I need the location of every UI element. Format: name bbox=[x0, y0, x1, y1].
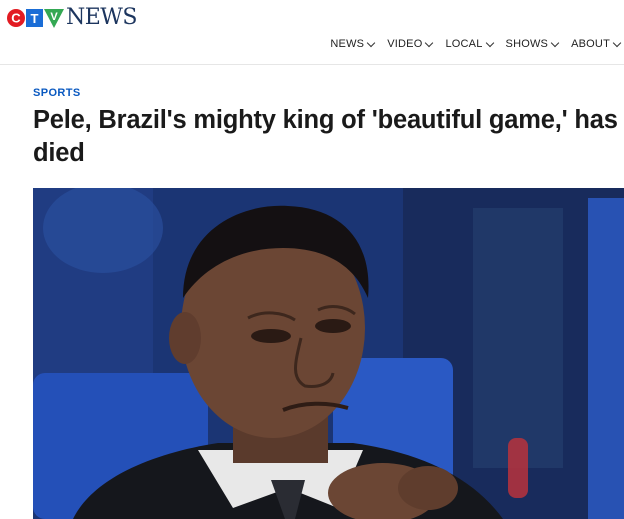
section-link-sports[interactable]: SPORTS bbox=[33, 87, 81, 99]
nav-item-label: ABOUT bbox=[571, 38, 610, 50]
logo-letter-v: V bbox=[50, 11, 58, 23]
main-nav: NEWS VIDEO LOCAL SHOWS ABOUT bbox=[330, 38, 622, 50]
nav-item-local[interactable]: LOCAL bbox=[445, 38, 494, 50]
nav-item-news[interactable]: NEWS bbox=[330, 38, 376, 50]
article-lead-photo[interactable] bbox=[33, 188, 624, 519]
nav-item-about[interactable]: ABOUT bbox=[571, 38, 622, 50]
logo-letter-t: T bbox=[31, 11, 39, 26]
site-header: C T V NEWS NEWS VIDEO LOCAL SHOWS ABOUT bbox=[0, 0, 624, 65]
nav-item-label: VIDEO bbox=[387, 38, 423, 50]
ctv-news-logo[interactable]: C T V NEWS bbox=[7, 5, 138, 30]
logo-news-wordmark: NEWS bbox=[66, 5, 138, 30]
chevron-down-icon bbox=[366, 38, 376, 47]
chevron-down-icon bbox=[425, 38, 434, 47]
nav-item-label: NEWS bbox=[330, 38, 365, 50]
portrait-illustration bbox=[33, 188, 624, 519]
chevron-down-icon bbox=[485, 38, 494, 47]
article-headline: Pele, Brazil's mighty king of 'beautiful… bbox=[33, 106, 618, 167]
nav-item-label: LOCAL bbox=[445, 38, 483, 50]
ctv-logo-icon: C T V bbox=[7, 9, 64, 28]
logo-letter-c: C bbox=[11, 11, 21, 26]
chevron-down-icon bbox=[550, 38, 560, 47]
nav-item-video[interactable]: VIDEO bbox=[387, 38, 434, 50]
nav-item-label: SHOWS bbox=[505, 38, 549, 50]
chevron-down-icon bbox=[612, 38, 622, 47]
nav-item-shows[interactable]: SHOWS bbox=[505, 38, 560, 50]
